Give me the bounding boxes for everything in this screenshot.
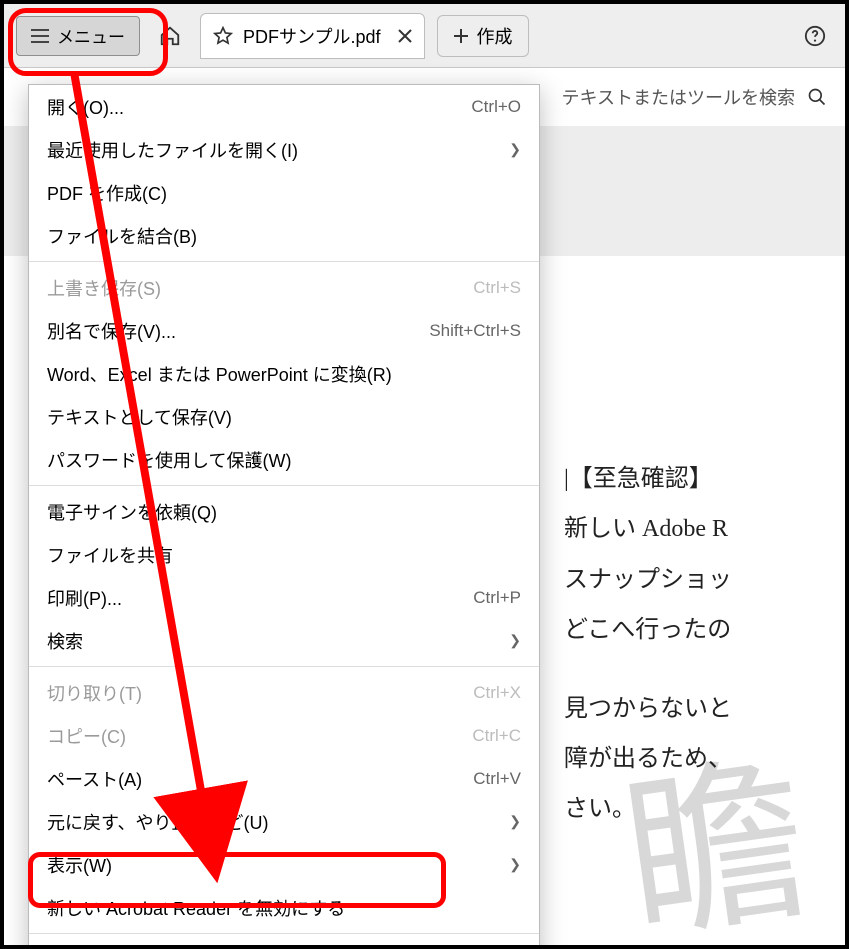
menu-item-combine[interactable]: ファイルを結合(B) bbox=[29, 214, 539, 257]
help-button[interactable] bbox=[797, 18, 833, 54]
document-tab[interactable]: PDFサンプル.pdf bbox=[200, 13, 425, 59]
menu-item-label: 新しい Acrobat Reader を無効にする bbox=[47, 895, 345, 921]
document-content: |【至急確認】 新しい Adobe R スナップショッ どこへ行ったの 見つから… bbox=[564, 454, 845, 835]
menu-item-paste[interactable]: ペースト(A) Ctrl+V bbox=[29, 757, 539, 800]
menu-item-shortcut: Ctrl+V bbox=[473, 769, 521, 789]
menu-separator bbox=[29, 666, 539, 667]
tab-close-button[interactable] bbox=[398, 29, 412, 43]
menu-item-view[interactable]: 表示(W) ❯ bbox=[29, 843, 539, 886]
new-tab-button[interactable]: 作成 bbox=[437, 15, 529, 57]
menu-item-plugins: プラグイン(G) bbox=[29, 938, 539, 949]
doc-line: |【至急確認】 bbox=[564, 454, 845, 504]
menu-item-label: 上書き保存(S) bbox=[47, 275, 161, 301]
main-menu-dropdown: 開く(O)... Ctrl+O 最近使用したファイルを開く(I) ❯ PDF を… bbox=[28, 84, 540, 949]
tab-title: PDFサンプル.pdf bbox=[243, 23, 380, 49]
menu-separator bbox=[29, 933, 539, 934]
doc-line: 障が出るため、 bbox=[564, 734, 845, 784]
menu-item-protect[interactable]: パスワードを使用して保護(W) bbox=[29, 438, 539, 481]
menu-item-saveas[interactable]: 別名で保存(V)... Shift+Ctrl+S bbox=[29, 309, 539, 352]
chevron-right-icon: ❯ bbox=[509, 141, 521, 158]
menu-item-label: テキストとして保存(V) bbox=[47, 404, 232, 430]
home-button[interactable] bbox=[152, 18, 188, 54]
search-placeholder[interactable]: テキストまたはツールを検索 bbox=[562, 84, 795, 110]
menu-item-share[interactable]: ファイルを共有 bbox=[29, 533, 539, 576]
menu-item-save: 上書き保存(S) Ctrl+S bbox=[29, 266, 539, 309]
doc-line: どこへ行ったの bbox=[564, 605, 845, 655]
star-icon[interactable] bbox=[213, 26, 233, 46]
doc-line: 新しい Adobe R bbox=[564, 504, 845, 554]
menu-item-label: Word、Excel または PowerPoint に変換(R) bbox=[47, 361, 392, 387]
menu-item-label: 検索 bbox=[47, 628, 83, 654]
menu-item-label: PDF を作成(C) bbox=[47, 180, 167, 206]
menu-item-shortcut: Ctrl+O bbox=[471, 97, 521, 117]
menu-item-convert[interactable]: Word、Excel または PowerPoint に変換(R) bbox=[29, 352, 539, 395]
menu-item-recent[interactable]: 最近使用したファイルを開く(I) ❯ bbox=[29, 128, 539, 171]
menu-item-shortcut: Ctrl+S bbox=[473, 278, 521, 298]
search-icon[interactable] bbox=[807, 87, 827, 107]
chevron-right-icon: ❯ bbox=[509, 632, 521, 649]
toolbar: メニュー PDFサンプル.pdf 作成 bbox=[4, 4, 845, 68]
menu-item-save-text[interactable]: テキストとして保存(V) bbox=[29, 395, 539, 438]
menu-separator bbox=[29, 485, 539, 486]
plus-icon bbox=[454, 29, 468, 43]
hamburger-icon bbox=[31, 29, 49, 43]
menu-item-esign[interactable]: 電子サインを依頼(Q) bbox=[29, 490, 539, 533]
menu-item-label: パスワードを使用して保護(W) bbox=[47, 447, 291, 473]
menu-item-label: 電子サインを依頼(Q) bbox=[47, 499, 217, 525]
chevron-right-icon: ❯ bbox=[509, 813, 521, 830]
menu-item-label: ペースト(A) bbox=[47, 766, 142, 792]
menu-item-label: ファイルを結合(B) bbox=[47, 223, 197, 249]
menu-item-disable-new-reader[interactable]: 新しい Acrobat Reader を無効にする bbox=[29, 886, 539, 929]
chevron-right-icon: ❯ bbox=[509, 856, 521, 873]
menu-item-search[interactable]: 検索 ❯ bbox=[29, 619, 539, 662]
menu-item-label: 最近使用したファイルを開く(I) bbox=[47, 137, 298, 163]
menu-item-print[interactable]: 印刷(P)... Ctrl+P bbox=[29, 576, 539, 619]
doc-line: 見つからないと bbox=[564, 684, 845, 734]
home-icon bbox=[159, 25, 181, 47]
menu-item-copy: コピー(C) Ctrl+C bbox=[29, 714, 539, 757]
menu-item-create-pdf[interactable]: PDF を作成(C) bbox=[29, 171, 539, 214]
menu-separator bbox=[29, 261, 539, 262]
doc-line: スナップショッ bbox=[564, 555, 845, 605]
menu-item-shortcut: Ctrl+C bbox=[472, 726, 521, 746]
doc-line: さい。 bbox=[564, 784, 845, 834]
menu-button[interactable]: メニュー bbox=[16, 16, 140, 56]
menu-item-shortcut: Ctrl+X bbox=[473, 683, 521, 703]
menu-item-label: コピー(C) bbox=[47, 723, 126, 749]
menu-item-label: 表示(W) bbox=[47, 852, 112, 878]
menu-item-cut: 切り取り(T) Ctrl+X bbox=[29, 671, 539, 714]
menu-button-label: メニュー bbox=[57, 23, 125, 48]
help-icon bbox=[804, 25, 826, 47]
menu-item-shortcut: Shift+Ctrl+S bbox=[429, 321, 521, 341]
new-tab-label: 作成 bbox=[476, 23, 512, 49]
menu-item-label: ファイルを共有 bbox=[47, 542, 173, 568]
menu-item-undo-redo[interactable]: 元に戻す、やり直しなど(U) ❯ bbox=[29, 800, 539, 843]
menu-item-label: 別名で保存(V)... bbox=[47, 318, 176, 344]
menu-item-label: 印刷(P)... bbox=[47, 585, 122, 611]
menu-item-label: 切り取り(T) bbox=[47, 680, 142, 706]
menu-item-label: 開く(O)... bbox=[47, 94, 124, 120]
menu-item-label: 元に戻す、やり直しなど(U) bbox=[47, 809, 269, 835]
menu-item-open[interactable]: 開く(O)... Ctrl+O bbox=[29, 85, 539, 128]
menu-item-shortcut: Ctrl+P bbox=[473, 588, 521, 608]
